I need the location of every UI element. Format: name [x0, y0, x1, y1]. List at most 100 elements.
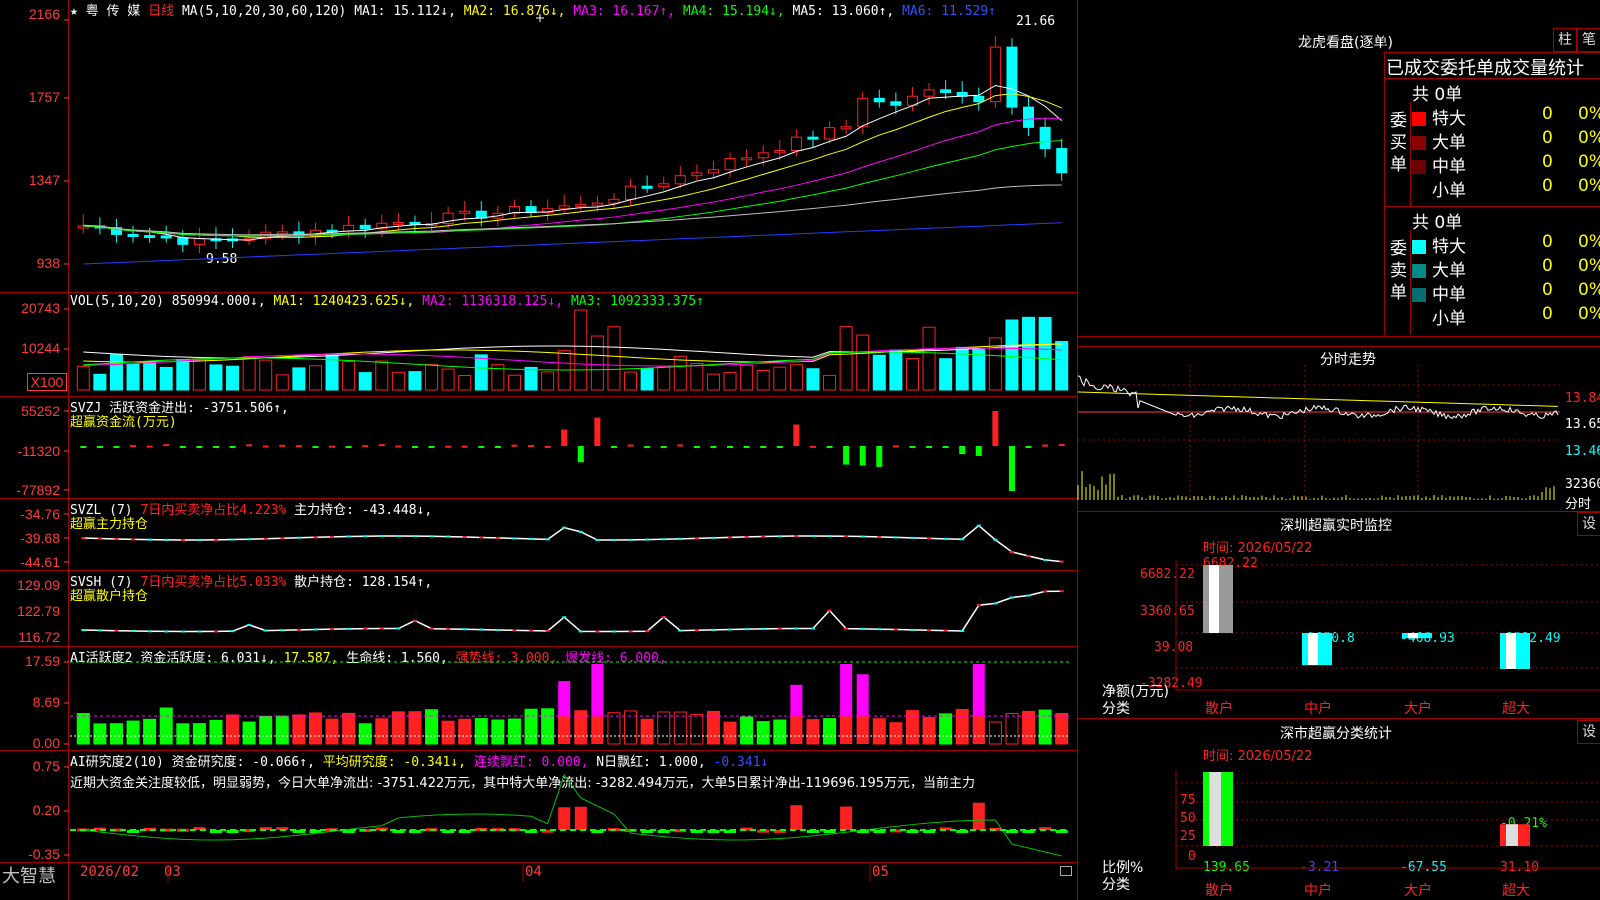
active-bar-base [558, 716, 571, 744]
active-bar [988, 721, 1002, 745]
main-holding-line-tick [578, 530, 583, 533]
retail-holding-line-tick [1043, 590, 1048, 593]
retail-holding-line [83, 590, 1062, 633]
candle-body [707, 169, 719, 174]
fund-flow-bar [212, 446, 219, 448]
monitor-label-1: -2930.8 [1300, 631, 1355, 646]
fund-flow-bar [776, 446, 783, 448]
monitor-cat-0: 散户 [1205, 701, 1233, 717]
fund-flow-bar [760, 446, 767, 448]
fund-flow-bar [693, 446, 700, 448]
retail-holding-line-tick [562, 616, 567, 619]
candle-body [923, 89, 935, 97]
retail-holding-line-tick [777, 627, 782, 630]
volume-bar [358, 372, 372, 391]
fund-flow-bar [478, 446, 485, 448]
volume-bar [673, 355, 687, 391]
main-holding-line-tick [296, 536, 301, 539]
volume-bar [1022, 316, 1036, 391]
retail-holding-line-tick [479, 628, 484, 631]
lhb-sell-color-swatch [1412, 240, 1426, 254]
retail-holding-line-tick [910, 628, 915, 631]
chart-canvas [64, 14, 1070, 882]
ma-line-6 [83, 222, 1062, 265]
active-bar [474, 718, 488, 745]
intraday-axis-1: 13.65 [1565, 417, 1600, 432]
active-bar-base [972, 716, 985, 744]
lhb-sell-count: 0 [1542, 280, 1553, 300]
volume-bar [823, 374, 837, 391]
classify-cat-1: 中户 [1304, 883, 1332, 899]
volume-bar [905, 358, 919, 391]
retail-holding-line-tick [462, 628, 467, 631]
monitor-settings-button[interactable]: 设 [1577, 512, 1600, 536]
monitor-label-2: -468.93 [1400, 631, 1455, 646]
active-bar [740, 716, 754, 745]
candle-body [989, 46, 1001, 103]
fund-flow-bar [959, 446, 966, 455]
candle-body [558, 205, 570, 210]
volume-bar [541, 371, 555, 391]
classify-val-3: 31.10 [1500, 860, 1540, 875]
volume-bar [292, 367, 306, 391]
volume-bar [657, 366, 671, 391]
main-holding-line-tick [794, 535, 799, 538]
retail-holding-line-tick [1059, 590, 1064, 593]
main-holding-line-tick [263, 537, 268, 540]
retail-holding-line-tick [645, 630, 650, 633]
retail-holding-line-tick [694, 629, 699, 632]
volume-bar [574, 309, 588, 391]
candle-body [940, 89, 952, 93]
intraday-panel[interactable] [1078, 346, 1600, 512]
lhb-buy-pct: 0% [1578, 128, 1600, 148]
fund-flow-bar [428, 446, 435, 448]
monitor-cat-1: 中户 [1304, 701, 1332, 717]
active-bar [507, 718, 521, 745]
retail-holding-line-tick [728, 628, 733, 631]
retail-holding-line-tick [794, 627, 799, 630]
active-bar [93, 723, 107, 745]
main-holding-line-tick [545, 538, 550, 541]
monitor-axis-0: 6682.22 [1140, 567, 1195, 582]
volume-bar [109, 354, 123, 391]
classify-settings-button[interactable]: 设 [1577, 720, 1600, 744]
fund-flow-bar [610, 446, 617, 448]
lhb-buy-pct: 0% [1578, 104, 1600, 124]
candle-body [575, 203, 587, 207]
lhb-buy-count: 0 [1542, 128, 1553, 148]
fund-flow-bar [246, 444, 253, 447]
lhb-sell-pct: 0% [1578, 280, 1600, 300]
volume-bar [458, 375, 472, 391]
active-bar [441, 720, 455, 745]
lhb-buy-label: 委买单 [1390, 111, 1407, 175]
active-bar [723, 721, 737, 745]
candle-body [608, 198, 620, 204]
fund-flow-bar [975, 446, 982, 456]
candle-body [724, 158, 736, 171]
lhb-buy-count: 0 [1542, 104, 1553, 124]
fund-flow-bar [312, 446, 319, 448]
main-holding-line [83, 524, 1062, 563]
main-holding-line-tick [910, 536, 915, 539]
fund-flow-bar [196, 446, 203, 448]
fund-flow-bar [113, 446, 120, 448]
retail-holding-line-tick [396, 627, 401, 630]
candle-body [160, 235, 172, 239]
active-bar [259, 715, 273, 745]
main-holding-line-tick [595, 538, 600, 541]
candle-body [641, 185, 653, 189]
main-holding-line-tick [230, 538, 235, 541]
tick-mode-button[interactable]: 笔 [1577, 28, 1600, 52]
fund-flow-bar [329, 445, 336, 448]
bar-mode-button[interactable]: 柱 [1553, 28, 1577, 52]
main-holding-line-tick [379, 535, 384, 538]
main-holding-line-tick [1009, 550, 1014, 553]
retail-holding-line-tick [578, 630, 583, 633]
lhb-buy-name: 特大 [1432, 109, 1466, 129]
candle-body [625, 185, 637, 200]
active-bar [375, 718, 389, 745]
classify-axis-1: 50 [1180, 811, 1196, 826]
lhb-buy-row: 特大 0 0% [1412, 104, 1600, 129]
candle-body [807, 136, 819, 140]
retail-holding-line-tick [213, 630, 218, 633]
